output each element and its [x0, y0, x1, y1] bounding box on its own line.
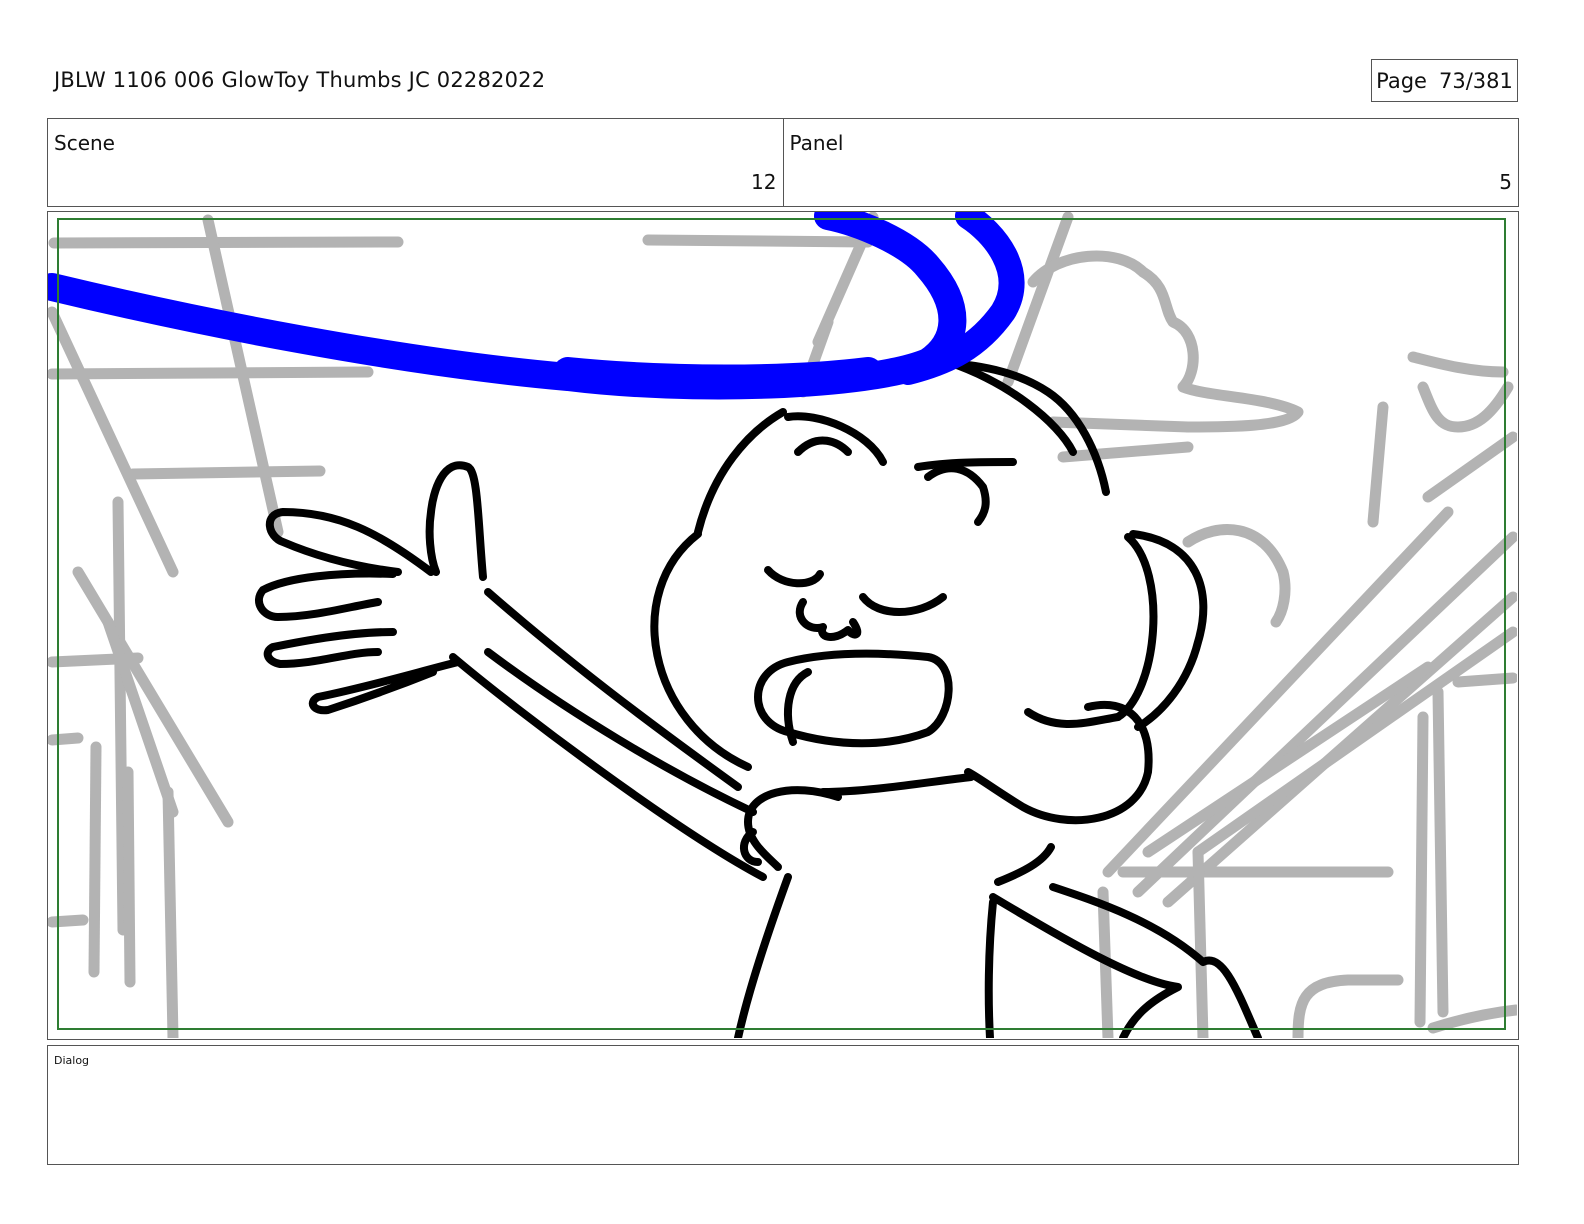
- dialog-label: Dialog: [54, 1054, 90, 1067]
- page-number: 73/381: [1438, 68, 1513, 93]
- panel-number: 5: [1499, 170, 1512, 194]
- scene-cell: Scene 12: [48, 119, 783, 206]
- page-label: Page: [1376, 68, 1427, 93]
- panel-cell: Panel 5: [782, 119, 1519, 206]
- panel-label: Panel: [789, 131, 844, 155]
- dialog-box: Dialog: [47, 1045, 1519, 1165]
- storyboard-panel: [47, 211, 1519, 1040]
- storyboard-sketch: [48, 212, 1517, 1038]
- page-indicator: Page 73/381: [1371, 59, 1518, 102]
- scene-number: 12: [751, 170, 777, 194]
- document-title: JBLW 1106 006 GlowToy Thumbs JC 02282022: [54, 68, 546, 92]
- scene-label: Scene: [54, 131, 115, 155]
- scene-panel-info: Scene 12 Panel 5: [47, 118, 1519, 207]
